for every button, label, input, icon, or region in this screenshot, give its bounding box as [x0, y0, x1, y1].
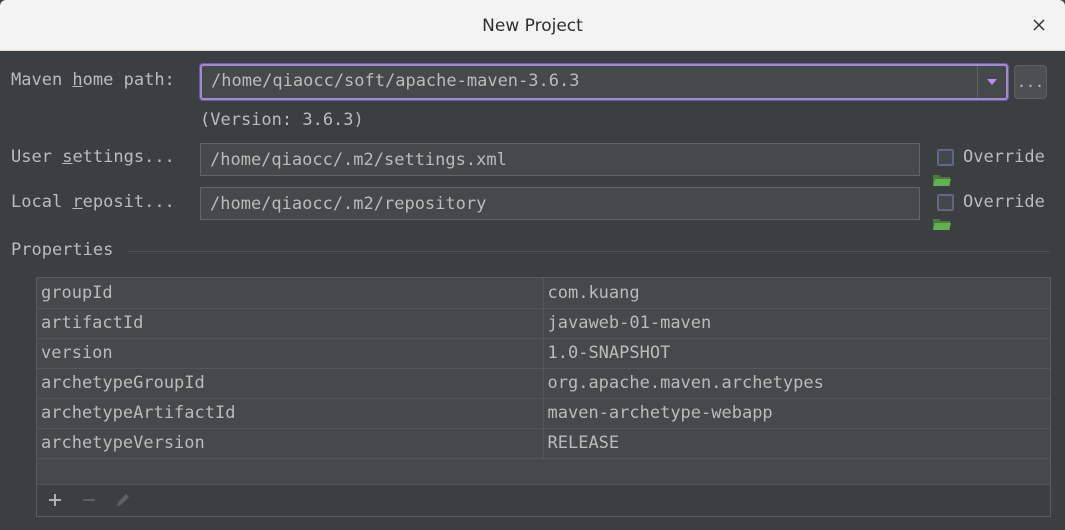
close-icon[interactable] — [1027, 13, 1051, 37]
table-row[interactable]: artifactId javaweb-01-maven — [37, 308, 1050, 339]
property-key[interactable]: archetypeArtifactId — [37, 398, 544, 429]
override-label: Override — [963, 147, 1045, 167]
table-row[interactable]: version 1.0-SNAPSHOT — [37, 338, 1050, 369]
properties-toolbar — [37, 484, 1050, 516]
property-value[interactable]: org.apache.maven.archetypes — [543, 368, 1050, 399]
dialog-title: New Project — [482, 16, 583, 36]
browse-button[interactable]: ... — [1014, 65, 1047, 99]
property-key[interactable]: version — [37, 338, 544, 369]
maven-home-label: Maven home path: — [11, 70, 175, 90]
user-settings-value: /home/qiaocc/.m2/settings.xml — [210, 149, 507, 170]
maven-home-value[interactable]: /home/qiaocc/soft/apache-maven-3.6.3 — [211, 71, 579, 91]
local-repo-value: /home/qiaocc/.m2/repository — [210, 193, 487, 214]
property-key[interactable]: artifactId — [37, 308, 544, 339]
table-row[interactable]: groupId com.kuang — [37, 278, 1050, 309]
table-empty-area — [37, 459, 1050, 485]
maven-version-note: (Version: 3.6.3) — [200, 110, 364, 130]
property-key[interactable]: archetypeGroupId — [37, 368, 544, 399]
user-settings-label: User settings... — [11, 147, 175, 167]
table-row[interactable]: archetypeArtifactId maven-archetype-weba… — [37, 398, 1050, 429]
maven-home-combobox[interactable]: /home/qiaocc/soft/apache-maven-3.6.3 — [200, 64, 1008, 100]
table-row[interactable]: archetypeVersion RELEASE — [37, 428, 1050, 459]
property-value[interactable]: javaweb-01-maven — [543, 308, 1050, 339]
properties-title: Properties — [11, 240, 114, 260]
folder-icon[interactable] — [891, 196, 951, 230]
property-key[interactable]: groupId — [37, 278, 544, 309]
local-repo-override-checkbox[interactable]: Override — [937, 192, 1045, 212]
local-repo-field[interactable]: /home/qiaocc/.m2/repository — [200, 187, 951, 230]
remove-icon[interactable] — [79, 490, 99, 510]
property-key[interactable]: archetypeVersion — [37, 428, 544, 459]
checkbox-icon[interactable] — [937, 148, 954, 166]
dropdown-arrow-icon[interactable] — [977, 66, 1006, 98]
add-icon[interactable] — [45, 490, 65, 510]
section-divider — [128, 251, 1050, 252]
override-label: Override — [963, 192, 1045, 212]
property-value[interactable]: 1.0-SNAPSHOT — [543, 338, 1050, 369]
user-settings-override-checkbox[interactable]: Override — [937, 147, 1045, 167]
folder-icon[interactable] — [891, 152, 951, 186]
user-settings-field[interactable]: /home/qiaocc/.m2/settings.xml — [200, 143, 951, 186]
table-row[interactable]: archetypeGroupId org.apache.maven.archet… — [37, 368, 1050, 399]
edit-icon[interactable] — [113, 490, 133, 510]
property-value[interactable]: com.kuang — [543, 278, 1050, 309]
local-repo-label: Local reposit... — [11, 192, 175, 212]
title-bar: New Project — [0, 0, 1065, 51]
properties-table: groupId com.kuang artifactId javaweb-01-… — [36, 277, 1051, 517]
checkbox-icon[interactable] — [937, 193, 954, 211]
property-value[interactable]: maven-archetype-webapp — [543, 398, 1050, 429]
property-value[interactable]: RELEASE — [543, 428, 1050, 459]
